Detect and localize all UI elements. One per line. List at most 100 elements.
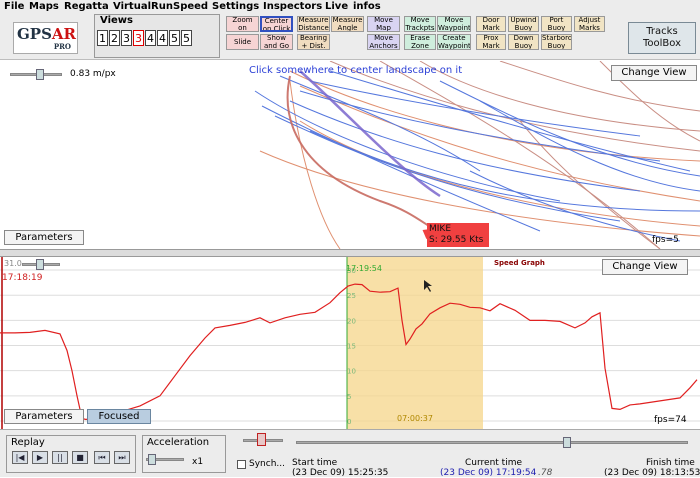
bearing-dist-tool[interactable]: Bearing + Dist.: [297, 34, 330, 50]
timeline-slider[interactable]: [296, 441, 688, 444]
y-tick-label: 10: [347, 368, 356, 376]
view-button-3[interactable]: 3: [121, 30, 132, 46]
show-and-go-tool[interactable]: Show and Go: [260, 34, 293, 50]
speed-graph-title: Speed Graph: [494, 259, 545, 267]
y-tick-label: 20: [347, 317, 356, 325]
slide-tool[interactable]: Slide: [226, 34, 259, 50]
door-mark-tool[interactable]: Door Mark: [476, 16, 506, 32]
graph-fps: fps=74: [654, 415, 687, 425]
y-tick-label: 0: [347, 418, 351, 426]
down-buoy-label: Down Buoy: [513, 34, 534, 50]
view-button-5[interactable]: 5: [169, 30, 180, 46]
view-button-5b[interactable]: 5: [181, 30, 192, 46]
synch-checkbox[interactable]: [237, 460, 246, 469]
menu-live[interactable]: Live: [325, 1, 348, 12]
menu-inspectors[interactable]: Inspectors: [263, 1, 322, 12]
erase-zone-label: Erase Zone: [410, 34, 430, 50]
focused-toggle-button[interactable]: Focused: [87, 409, 151, 424]
skip-start-icon[interactable]: ⏮: [94, 451, 110, 464]
adjust-marks-label: Adjust Marks: [578, 16, 601, 32]
replay-title: Replay: [11, 437, 45, 448]
menu-regatta[interactable]: Regatta: [64, 1, 109, 12]
move-trackpts-label: Move Trackpts: [405, 16, 435, 32]
stop-icon[interactable]: ■: [72, 451, 88, 464]
synch-label: Synch...: [249, 459, 285, 469]
prox-mark-label: Prox Mark: [482, 34, 500, 50]
menu-file[interactable]: File: [4, 1, 24, 12]
map-parameters-button[interactable]: Parameters: [4, 230, 84, 245]
move-anchors-tool[interactable]: Move Anchors: [367, 34, 400, 50]
create-waypoint-label: Create Waypoint: [438, 34, 471, 50]
step-back-icon[interactable]: |◀: [12, 451, 28, 464]
move-anchors-label: Move Anchors: [369, 34, 398, 50]
menu-maps[interactable]: Maps: [29, 1, 59, 12]
bearing-dist-label: Bearing + Dist.: [299, 34, 328, 50]
view-button-1[interactable]: 1: [97, 30, 108, 46]
port-buoy-tool[interactable]: Port Buoy: [541, 16, 572, 32]
menu-virtualrun[interactable]: VirtualRun: [113, 1, 173, 12]
boat-name: MIKE: [429, 224, 452, 234]
acceleration-title: Acceleration: [147, 437, 210, 448]
menu-infos[interactable]: infos: [353, 1, 381, 12]
measure-angle-label: Measure Angle: [332, 16, 363, 32]
prox-mark-tool[interactable]: Prox Mark: [476, 34, 506, 50]
measure-distance-label: Measure Distance: [298, 16, 329, 32]
map-tracks: [254, 61, 700, 249]
zoom-on-mouse-tool[interactable]: Zoom on Mouse: [226, 16, 259, 32]
acceleration-value: x1: [192, 457, 204, 467]
boat-speed: S: 29.55 Kts: [429, 235, 484, 245]
menu-speed[interactable]: Speed: [173, 1, 208, 12]
pause-icon[interactable]: ||: [52, 451, 68, 464]
speed-graph-panel[interactable]: 0 5 10 15 20 25 30 Speed Graph 17:18:19 17:19:…: [0, 257, 700, 429]
boat-label[interactable]: MIKE S: 29.55 Kts: [427, 223, 489, 247]
panel-splitter[interactable]: [0, 249, 700, 257]
zoom-slider-thumb[interactable]: [36, 69, 44, 80]
replay-controls-bar: Replay |◀ ▶ || ■ ⏮ ⏭ Acceleration x1 Syn…: [0, 429, 700, 478]
finish-time-label: Finish time: [646, 458, 695, 468]
graph-change-view-button[interactable]: Change View: [602, 259, 688, 275]
upwind-buoy-tool[interactable]: Upwind Buoy: [508, 16, 539, 32]
show-and-go-label: Show and Go: [263, 34, 290, 50]
sync-offset-thumb[interactable]: [257, 433, 266, 446]
view-button-4[interactable]: 4: [145, 30, 156, 46]
skip-end-icon[interactable]: ⏭: [114, 451, 130, 464]
map-panel[interactable]: Click somewhere to center landscape on i…: [0, 61, 700, 249]
create-waypoint-tool[interactable]: Create Waypoint: [437, 34, 471, 50]
menu-settings[interactable]: Settings: [212, 1, 259, 12]
adjust-marks-tool[interactable]: Adjust Marks: [574, 16, 605, 32]
move-waypoint-label: Move Waypoint: [438, 16, 471, 32]
timeline-slider-thumb[interactable]: [563, 437, 571, 448]
down-buoy-tool[interactable]: Down Buoy: [508, 34, 539, 50]
erase-zone-tool[interactable]: Erase Zone: [404, 34, 436, 50]
map-hint-text: Click somewhere to center landscape on i…: [249, 65, 463, 76]
view-button-2[interactable]: 2: [109, 30, 120, 46]
graph-parameters-button[interactable]: Parameters: [4, 409, 84, 424]
app-logo: GPSAR PRO: [13, 22, 78, 54]
views-title: Views: [100, 15, 133, 26]
center-on-click-label: Center on Click: [262, 17, 291, 32]
move-trackpts-tool[interactable]: Move Trackpts: [404, 16, 436, 32]
tracks-toolbox-line1: Tracks: [646, 26, 678, 37]
y-tick-label: 15: [347, 343, 356, 351]
move-waypoint-tool[interactable]: Move Waypoint: [437, 16, 471, 32]
current-time-label: Current time: [465, 458, 522, 468]
graph-scale-value: 31.0: [4, 259, 22, 268]
starbord-buoy-tool[interactable]: Starbord Buoy: [541, 34, 572, 50]
view-button-4b[interactable]: 4: [157, 30, 168, 46]
cursor-time-focus: 17:19:54: [346, 264, 382, 273]
move-map-tool[interactable]: Move Map: [367, 16, 400, 32]
acceleration-slider-thumb[interactable]: [148, 454, 156, 465]
focus-duration: 07:00:37: [397, 414, 433, 423]
map-change-view-button[interactable]: Change View: [611, 65, 697, 81]
measure-angle-tool[interactable]: Measure Angle: [331, 16, 364, 32]
start-time-label: Start time: [292, 458, 338, 468]
center-on-click-tool[interactable]: Center on Click: [260, 16, 293, 32]
graph-scale-slider-thumb[interactable]: [36, 259, 44, 270]
focus-time-band: [347, 257, 483, 429]
measure-distance-tool[interactable]: Measure Distance: [297, 16, 330, 32]
map-fps: fps=5: [652, 235, 679, 245]
tracks-toolbox-button[interactable]: Tracks ToolBox: [628, 22, 696, 54]
tracks-toolbox-line2: ToolBox: [642, 38, 681, 49]
play-icon[interactable]: ▶: [32, 451, 48, 464]
view-button-3-selected[interactable]: 3: [133, 30, 144, 46]
